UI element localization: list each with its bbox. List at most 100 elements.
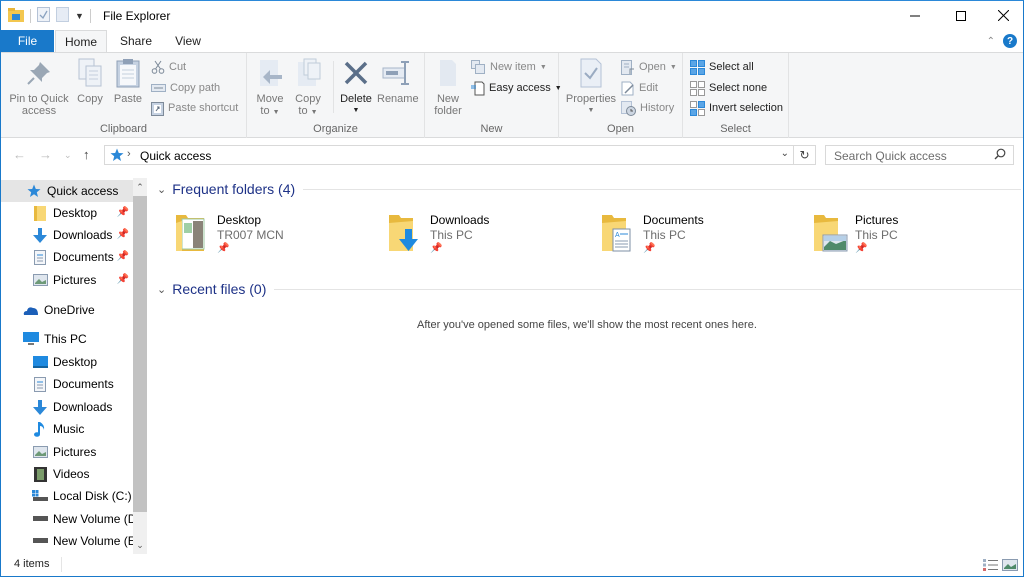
organize-divider <box>333 61 334 113</box>
move-to-icon <box>260 60 282 86</box>
easy-access-icon <box>471 81 485 95</box>
new-group-label: New <box>480 123 503 135</box>
tab-share[interactable]: Share <box>109 30 163 52</box>
downloads-icon <box>32 227 48 243</box>
history-button[interactable]: History <box>621 99 674 117</box>
tab-view[interactable]: View <box>163 30 213 52</box>
recent-locations-button[interactable]: ⌄ <box>64 150 72 161</box>
sidebar-scrollbar-thumb[interactable] <box>133 196 147 512</box>
sidebar-item-pc-volume-d[interactable]: New Volume (D:) <box>1 508 144 530</box>
pin-to-quick-access-button[interactable]: Pin to Quick access <box>5 57 73 117</box>
frequent-folder-pictures[interactable]: Pictures This PC 📌 <box>812 207 1012 257</box>
scroll-down-arrow[interactable]: ⌄ <box>133 537 147 553</box>
new-folder-button[interactable]: New folder <box>431 57 465 117</box>
paste-shortcut-button[interactable]: Paste shortcut <box>151 99 238 117</box>
pin-icon: 📌 <box>855 243 868 254</box>
desktop-folder-icon <box>176 215 205 251</box>
status-bar: 4 items <box>1 554 1023 576</box>
videos-icon <box>32 466 48 482</box>
frequent-folder-downloads[interactable]: Downloads This PC 📌 <box>387 207 587 257</box>
collapse-ribbon-icon[interactable]: ⌃ <box>987 36 995 47</box>
sidebar-item-pc-desktop[interactable]: Desktop <box>1 351 133 373</box>
cut-button[interactable]: Cut <box>151 58 186 76</box>
ribbon: Pin to Quick access Copy Paste Cut Copy … <box>1 52 1023 138</box>
quick-access-toolbar: ▼ <box>8 7 91 25</box>
up-button[interactable]: ↑ <box>83 147 90 162</box>
properties-qat-icon[interactable] <box>37 7 50 25</box>
scroll-up-arrow[interactable]: ⌃ <box>133 179 147 195</box>
collapse-chevron-icon: ⌄ <box>157 183 167 196</box>
onedrive-cloud-icon <box>23 302 39 318</box>
sidebar-item-qa-documents[interactable]: Documents 📌 <box>1 246 133 268</box>
sidebar-item-pc-volume-e[interactable]: New Volume (E:) <box>1 530 143 552</box>
frequent-folder-desktop[interactable]: Desktop TR007 MCN 📌 <box>174 207 374 257</box>
details-view-button[interactable] <box>981 557 999 572</box>
sidebar-item-qa-desktop[interactable]: Desktop 📌 <box>1 202 133 224</box>
invert-selection-button[interactable]: Invert selection <box>690 99 783 117</box>
close-icon <box>997 10 1009 21</box>
documents-icon <box>32 376 48 392</box>
maximize-button[interactable] <box>938 1 984 30</box>
large-icons-view-button[interactable] <box>1001 557 1019 572</box>
file-explorer-window: ▼ File Explorer File Home Share View ⌃ ?… <box>0 0 1024 577</box>
rename-button[interactable]: Rename <box>377 57 419 105</box>
copy-path-button[interactable]: Copy path <box>151 79 220 97</box>
svg-text:A: A <box>615 232 620 239</box>
recent-files-header[interactable]: ⌄ Recent files (0) <box>157 281 1023 297</box>
edit-button[interactable]: Edit <box>621 79 658 97</box>
pin-icon: 📌 <box>643 243 656 254</box>
copy-button[interactable]: Copy <box>73 57 107 105</box>
breadcrumb-chevron-icon[interactable]: › <box>127 148 131 160</box>
new-folder-qat-icon[interactable] <box>56 7 69 25</box>
select-none-button[interactable]: Select none <box>690 79 767 97</box>
paste-button[interactable]: Paste <box>111 57 145 105</box>
pictures-icon <box>32 272 48 288</box>
sidebar-item-pc-documents[interactable]: Documents <box>1 373 133 395</box>
properties-button[interactable]: Properties ▼ <box>563 57 619 117</box>
details-view-icon <box>982 558 998 571</box>
address-path[interactable]: Quick access <box>140 149 211 163</box>
sidebar-item-pc-music[interactable]: Music <box>1 418 133 440</box>
minimize-button[interactable] <box>892 1 938 30</box>
easy-access-button[interactable]: Easy access ▼ <box>471 79 562 97</box>
new-item-button[interactable]: New item ▼ <box>471 58 547 76</box>
sidebar-item-quick-access[interactable]: Quick access <box>1 180 133 202</box>
open-button[interactable]: Open ▼ <box>621 58 677 76</box>
copy-to-button[interactable]: Copy to ▼ <box>293 57 323 119</box>
desktop-icon <box>32 354 48 370</box>
address-bar[interactable]: › Quick access ⌄ <box>104 145 794 165</box>
close-button[interactable] <box>980 1 1024 30</box>
sidebar-item-qa-downloads[interactable]: Downloads 📌 <box>1 224 133 246</box>
downloads-icon <box>32 399 48 415</box>
sidebar-item-pc-pictures[interactable]: Pictures <box>1 441 133 463</box>
sidebar-item-onedrive[interactable]: OneDrive <box>1 299 133 321</box>
sidebar-item-pc-videos[interactable]: Videos <box>1 463 133 485</box>
refresh-icon: ↻ <box>799 148 810 162</box>
help-icon[interactable]: ? <box>1003 34 1017 48</box>
sidebar-item-qa-pictures[interactable]: Pictures 📌 <box>1 269 133 291</box>
edit-icon <box>621 81 634 95</box>
tab-home[interactable]: Home <box>55 30 107 53</box>
tab-file[interactable]: File <box>1 30 54 52</box>
invert-selection-icon <box>690 100 705 116</box>
recent-files-empty-message: After you've opened some files, we'll sh… <box>417 319 757 331</box>
address-dropdown-icon[interactable]: ⌄ <box>781 148 789 159</box>
sidebar-item-pc-local-disk-c[interactable]: Local Disk (C:) <box>1 485 133 507</box>
frequent-folder-documents[interactable]: A Documents This PC 📌 <box>600 207 800 257</box>
select-all-button[interactable]: Select all <box>690 58 754 76</box>
move-to-button[interactable]: Move to ▼ <box>255 57 285 119</box>
copy-icon <box>78 58 102 87</box>
refresh-button[interactable]: ↻ <box>794 145 816 165</box>
delete-button[interactable]: Delete ▼ <box>337 57 375 117</box>
customize-qat-icon[interactable]: ▼ <box>75 11 84 21</box>
pin-icon: 📌 <box>116 251 129 262</box>
search-input[interactable]: Search Quick access <box>825 145 1014 165</box>
back-button[interactable]: ← <box>13 147 26 162</box>
pin-icon: 📌 <box>430 243 443 254</box>
select-none-icon <box>690 80 705 96</box>
sidebar-item-this-pc[interactable]: This PC <box>1 328 133 350</box>
sidebar-item-pc-downloads[interactable]: Downloads <box>1 396 133 418</box>
history-icon <box>621 100 636 116</box>
frequent-folders-header[interactable]: ⌄ Frequent folders (4) <box>157 181 1022 197</box>
forward-button[interactable]: → <box>39 147 52 162</box>
